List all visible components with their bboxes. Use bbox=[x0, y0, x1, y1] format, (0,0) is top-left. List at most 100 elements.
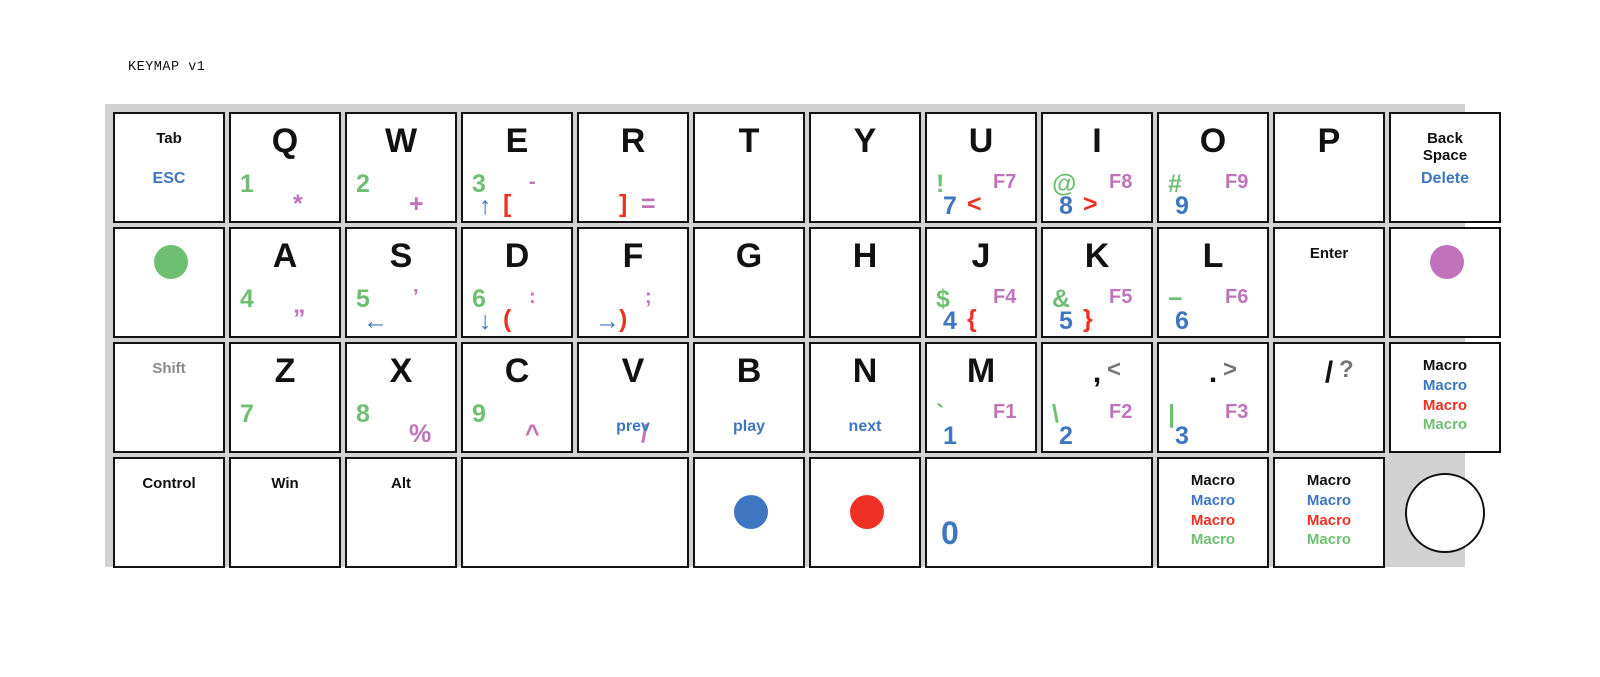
key-legend-gray: < bbox=[1107, 356, 1122, 383]
key-space[interactable] bbox=[461, 457, 689, 568]
key-y[interactable]: Y bbox=[809, 112, 921, 223]
key-legend-purple: F4 bbox=[993, 286, 1017, 308]
key-control[interactable]: Control bbox=[113, 457, 225, 568]
key-legend-blue: 4 bbox=[943, 307, 957, 335]
key-legend-purple: : bbox=[529, 286, 536, 308]
key-macro-r3[interactable]: Macro Macro Macro Macro bbox=[1389, 342, 1501, 453]
keyboard-row-4: Control Win Alt 0 Macro Macro Macro Macro Macro M… bbox=[113, 457, 1485, 568]
key-z[interactable]: Z7 bbox=[229, 342, 341, 453]
key-legend-green: 8 bbox=[356, 400, 370, 428]
key-glyph-label: . bbox=[1208, 356, 1218, 389]
key-legend-purple: ” bbox=[293, 305, 306, 333]
key-secondary-label: play bbox=[732, 418, 765, 435]
keyboard-row-1: Tab ESC Q 1 * W 2 + E 3 ↑[- R] = T Y U! 7 < F7 I @8 > F8 O #9 F9 P… bbox=[113, 112, 1501, 223]
key-legend-green: 9 bbox=[472, 400, 486, 428]
key-legend-purple: F2 bbox=[1109, 401, 1133, 423]
key-glyph-label: D bbox=[504, 237, 530, 275]
macro-label-stack: Macro Macro Macro Macro bbox=[1159, 471, 1267, 550]
key-glyph-label: V bbox=[621, 352, 645, 390]
key-m[interactable]: M ` 1 F1 bbox=[925, 342, 1037, 453]
key-legend-gray: > bbox=[1223, 356, 1238, 383]
key-t[interactable]: T bbox=[693, 112, 805, 223]
key-o[interactable]: O #9 F9 bbox=[1157, 112, 1269, 223]
key-legend-purple: + bbox=[409, 190, 424, 218]
key-h[interactable]: H bbox=[809, 227, 921, 338]
key-k[interactable]: K & 5} F5 bbox=[1041, 227, 1153, 338]
key-primary-label: Shift bbox=[152, 360, 186, 377]
key-comma[interactable]: , \ 2 F2 < bbox=[1041, 342, 1153, 453]
key-legend-purple: % bbox=[409, 420, 432, 448]
macro-label-4: Macro bbox=[1422, 416, 1468, 434]
key-s[interactable]: S 5 ←’ bbox=[345, 227, 457, 338]
key-d[interactable]: D 6 ↓(: bbox=[461, 227, 573, 338]
key-backspace[interactable]: Back Space Delete bbox=[1389, 112, 1501, 223]
key-j[interactable]: J $4{F4 bbox=[925, 227, 1037, 338]
key-tab[interactable]: Tab ESC bbox=[113, 112, 225, 223]
key-c[interactable]: C 9 ^ bbox=[461, 342, 573, 453]
key-primary-label: Control bbox=[142, 475, 196, 492]
key-p[interactable]: P bbox=[1273, 112, 1385, 223]
layer-green-dot-icon bbox=[154, 245, 188, 279]
key-legend-purple: F9 bbox=[1225, 171, 1249, 193]
key-legend-blue: 0 bbox=[941, 515, 959, 551]
key-a[interactable]: A 4 ” bbox=[229, 227, 341, 338]
key-legend-blue: 8 bbox=[1059, 192, 1073, 220]
key-legend-blue: 7 bbox=[943, 192, 957, 220]
macro-label-2: Macro bbox=[1422, 376, 1468, 394]
key-glyph-label: P bbox=[1317, 122, 1341, 160]
key-secondary-label: prev bbox=[616, 418, 650, 435]
key-i[interactable]: I @8 > F8 bbox=[1041, 112, 1153, 223]
key-legend-blue: ↑ bbox=[479, 192, 492, 220]
key-layer-green-dot[interactable] bbox=[113, 227, 225, 338]
key-layer-blue-dot[interactable] bbox=[693, 457, 805, 568]
key-glyph-label: O bbox=[1199, 122, 1227, 160]
encoder-circle-icon[interactable] bbox=[1405, 473, 1485, 553]
keyboard-board: Tab ESC Q 1 * W 2 + E 3 ↑[- R] = T Y U! 7 < F7 I @8 > F8 O #9 F9 P… bbox=[105, 104, 1501, 568]
key-legend-red: ] bbox=[619, 190, 628, 218]
key-r[interactable]: R] = bbox=[577, 112, 689, 223]
rotary-encoder-knob[interactable] bbox=[1389, 457, 1501, 568]
key-x[interactable]: X 8% bbox=[345, 342, 457, 453]
key-glyph-label: E bbox=[505, 122, 529, 160]
key-b[interactable]: Bplay bbox=[693, 342, 805, 453]
key-primary-label: Back Space bbox=[1422, 130, 1468, 165]
key-l[interactable]: L −6 F6 bbox=[1157, 227, 1269, 338]
macro-label-stack: Macro Macro Macro Macro bbox=[1391, 356, 1499, 435]
key-zero[interactable]: 0 bbox=[925, 457, 1153, 568]
key-q[interactable]: Q 1 * bbox=[229, 112, 341, 223]
key-layer-red-dot[interactable] bbox=[809, 457, 921, 568]
key-period[interactable]: . | 3 F3 > bbox=[1157, 342, 1269, 453]
key-enter[interactable]: Enter bbox=[1273, 227, 1385, 338]
key-v[interactable]: V / prev bbox=[577, 342, 689, 453]
keyboard-row-3: Shift Z 7 X 8% C 9 ^ V / prev Bplay Nnext M ` 1 F1, \ 2 F2 <… bbox=[113, 342, 1501, 453]
key-f[interactable]: F →); bbox=[577, 227, 689, 338]
key-legend-red: [ bbox=[503, 190, 512, 218]
key-n[interactable]: Nnext bbox=[809, 342, 921, 453]
key-glyph-label: Z bbox=[274, 352, 296, 390]
key-legend-blue: 2 bbox=[1059, 422, 1073, 450]
key-macro-b1[interactable]: Macro Macro Macro Macro bbox=[1157, 457, 1269, 568]
key-u[interactable]: U! 7 < F7 bbox=[925, 112, 1037, 223]
macro-label-stack: Macro Macro Macro Macro bbox=[1275, 471, 1383, 550]
key-legend-blue: → bbox=[595, 307, 620, 335]
key-g[interactable]: G bbox=[693, 227, 805, 338]
key-glyph-label: A bbox=[272, 237, 298, 275]
key-w[interactable]: W 2 + bbox=[345, 112, 457, 223]
key-win[interactable]: Win bbox=[229, 457, 341, 568]
key-glyph-label: J bbox=[971, 237, 991, 275]
key-slash[interactable]: /? bbox=[1273, 342, 1385, 453]
macro-label-3: Macro bbox=[1190, 511, 1236, 529]
macro-label-2: Macro bbox=[1190, 491, 1236, 509]
key-legend-blue: ↓ bbox=[479, 307, 492, 335]
key-layer-purple-dot[interactable] bbox=[1389, 227, 1501, 338]
key-shift[interactable]: Shift bbox=[113, 342, 225, 453]
key-legend-purple: - bbox=[529, 171, 536, 193]
key-legend-red: < bbox=[967, 190, 982, 218]
key-alt[interactable]: Alt bbox=[345, 457, 457, 568]
key-legend-purple: * bbox=[293, 190, 303, 218]
macro-label-3: Macro bbox=[1306, 511, 1352, 529]
key-legend-red: } bbox=[1083, 305, 1093, 333]
key-e[interactable]: E 3 ↑[- bbox=[461, 112, 573, 223]
key-primary-label: Alt bbox=[391, 475, 411, 492]
key-macro-b2[interactable]: Macro Macro Macro Macro bbox=[1273, 457, 1385, 568]
